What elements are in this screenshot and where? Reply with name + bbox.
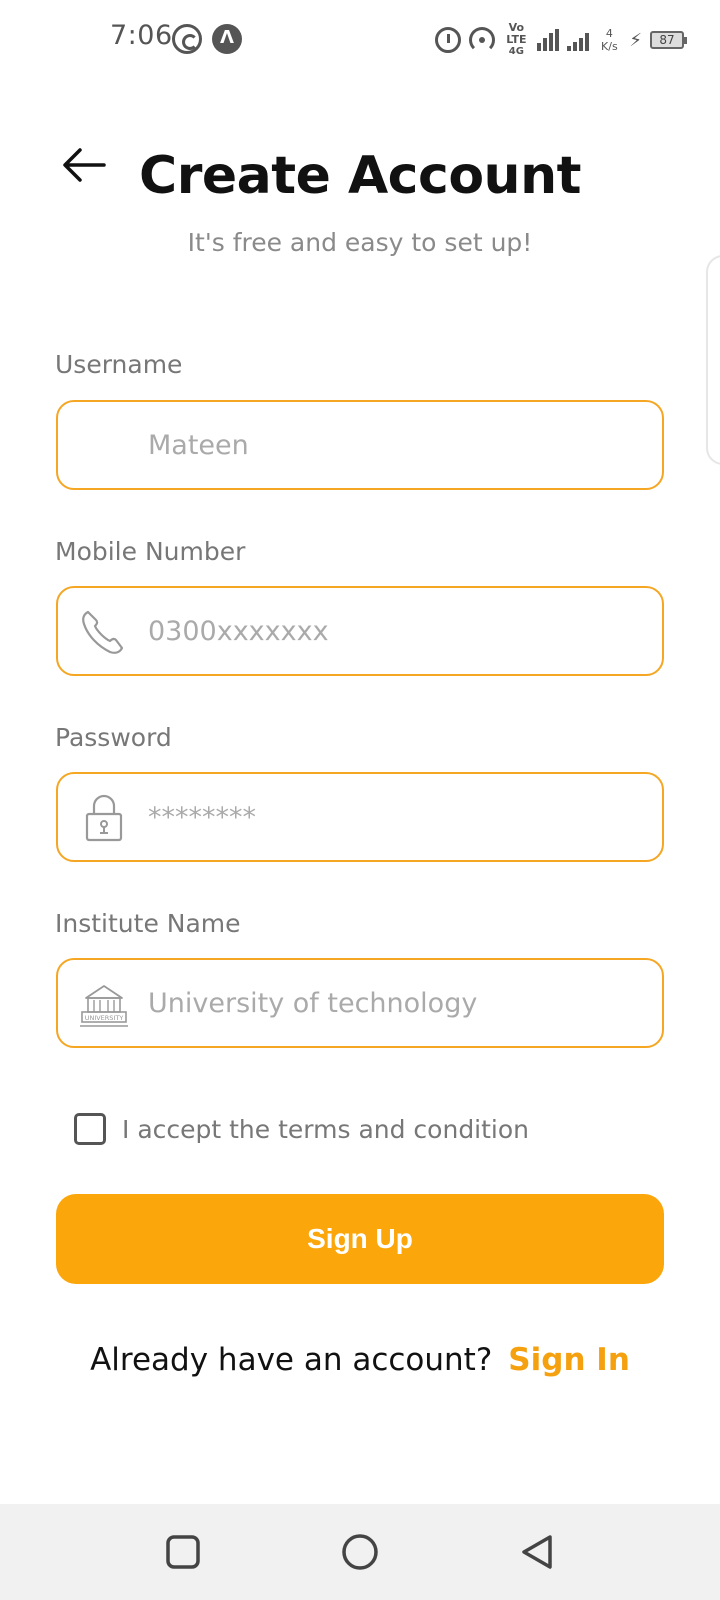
university-icon-text: UNIVERSITY — [85, 1014, 124, 1022]
sign-in-prompt: Already have an account? — [90, 1342, 493, 1378]
app-notification-icon-2 — [212, 24, 242, 54]
home-icon[interactable] — [340, 1532, 380, 1572]
status-time: 7:06 — [110, 20, 173, 51]
phone-icon — [82, 610, 124, 654]
password-placeholder: ******** — [148, 802, 256, 833]
back-nav-icon[interactable] — [517, 1532, 557, 1572]
system-nav-bar — [0, 1504, 720, 1600]
app-notification-icon — [172, 24, 202, 54]
terms-checkbox[interactable] — [74, 1113, 106, 1145]
terms-row[interactable]: I accept the terms and condition — [74, 1112, 529, 1146]
university-icon: UNIVERSITY — [80, 985, 128, 1027]
network-speed-value: 4 — [605, 27, 613, 40]
alarm-icon — [435, 27, 462, 53]
sign-in-link[interactable]: Sign In — [508, 1342, 630, 1378]
network-label: Vo LTE — [506, 21, 527, 46]
username-input[interactable]: Mateen — [56, 400, 664, 490]
password-label: Password — [55, 723, 172, 752]
edge-panel-handle[interactable] — [706, 255, 720, 465]
institute-input[interactable]: UNIVERSITY University of technology — [56, 958, 664, 1048]
status-bar: 7:06 Vo LTE 4G 4 K/s ⚡ 87 — [0, 0, 720, 80]
signal-strength-icon-2 — [567, 29, 590, 51]
signal-strength-icon — [537, 29, 560, 51]
network-speed: 4 K/s — [597, 27, 621, 53]
username-label: Username — [55, 350, 183, 379]
institute-label: Institute Name — [55, 909, 241, 938]
terms-label[interactable]: I accept the terms and condition — [122, 1115, 529, 1144]
sign-in-row: Already have an account? Sign In — [0, 1342, 720, 1378]
institute-placeholder: University of technology — [148, 988, 478, 1019]
page-title: Create Account — [139, 146, 581, 206]
recent-apps-icon[interactable] — [163, 1532, 203, 1572]
page-subtitle: It's free and easy to set up! — [187, 228, 533, 257]
password-input[interactable]: ******** — [56, 772, 664, 862]
lock-icon — [85, 794, 123, 842]
mobile-input[interactable]: 0300xxxxxxx — [56, 586, 664, 676]
username-placeholder: Mateen — [148, 430, 249, 461]
volte-indicator: Vo LTE 4G — [503, 22, 529, 58]
hotspot-icon — [469, 27, 496, 53]
mobile-label: Mobile Number — [55, 537, 246, 566]
mobile-placeholder: 0300xxxxxxx — [148, 616, 329, 647]
battery-icon: 87 — [650, 31, 687, 49]
status-icons: Vo LTE 4G 4 K/s ⚡ 87 — [435, 22, 687, 58]
sign-up-button[interactable]: Sign Up — [56, 1194, 664, 1284]
charging-icon: ⚡ — [629, 29, 642, 51]
network-speed-unit: K/s — [601, 40, 618, 53]
network-type: 4G — [508, 46, 524, 57]
